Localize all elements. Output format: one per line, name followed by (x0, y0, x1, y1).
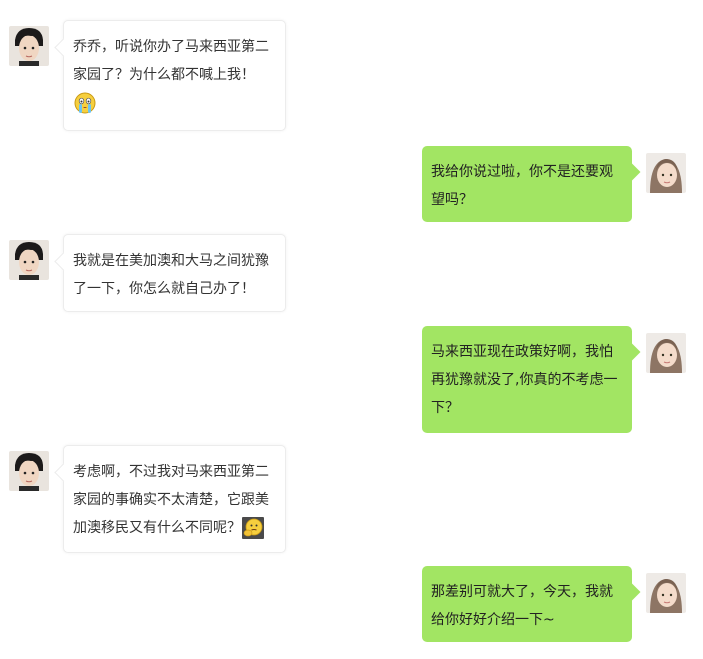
thinking-face-emoji (242, 517, 264, 539)
message-text: 考虑啊，不过我对马来西亚第二家园的事确实不太清楚，它跟美加澳移民又有什么不同呢？ (73, 464, 269, 536)
male-avatar[interactable] (9, 26, 49, 66)
female-avatar[interactable] (646, 573, 686, 613)
bubble-tail (623, 343, 641, 361)
male-avatar[interactable] (9, 451, 49, 491)
bubble-tail (623, 163, 641, 181)
message-bubble-incoming: 考虑啊，不过我对马来西亚第二家园的事确实不太清楚，它跟美加澳移民又有什么不同呢？ (54, 445, 286, 553)
female-avatar[interactable] (646, 333, 686, 373)
message-bubble-outgoing: 马来西亚现在政策好啊，我怕再犹豫就没了,你真的不考虑一下？ (422, 326, 641, 433)
message-text: 我给你说过啦，你不是还要观望吗？ (431, 164, 613, 208)
message-bubble-outgoing: 那差别可就大了，今天，我就给你好好介绍一下~ (422, 566, 641, 642)
message-bubble-incoming: 乔乔，听说你办了马来西亚第二家园了？为什么都不喊上我！ (54, 20, 286, 131)
male-avatar[interactable] (9, 240, 49, 280)
bubble-tail (54, 38, 73, 57)
bubble-tail (54, 463, 73, 482)
crying-face-emoji (74, 92, 96, 114)
message-text: 马来西亚现在政策好啊，我怕再犹豫就没了,你真的不考虑一下？ (431, 344, 618, 416)
message-bubble-outgoing: 我给你说过啦，你不是还要观望吗？ (422, 146, 641, 222)
bubble-tail (623, 583, 641, 601)
message-text: 那差别可就大了，今天，我就给你好好介绍一下~ (431, 584, 613, 628)
female-avatar[interactable] (646, 153, 686, 193)
bubble-tail (54, 252, 73, 271)
message-text: 乔乔，听说你办了马来西亚第二家园了？为什么都不喊上我！ (73, 39, 269, 83)
message-bubble-incoming: 我就是在美加澳和大马之间犹豫了一下，你怎么就自己办了！ (54, 234, 286, 312)
message-text: 我就是在美加澳和大马之间犹豫了一下，你怎么就自己办了！ (73, 253, 269, 297)
